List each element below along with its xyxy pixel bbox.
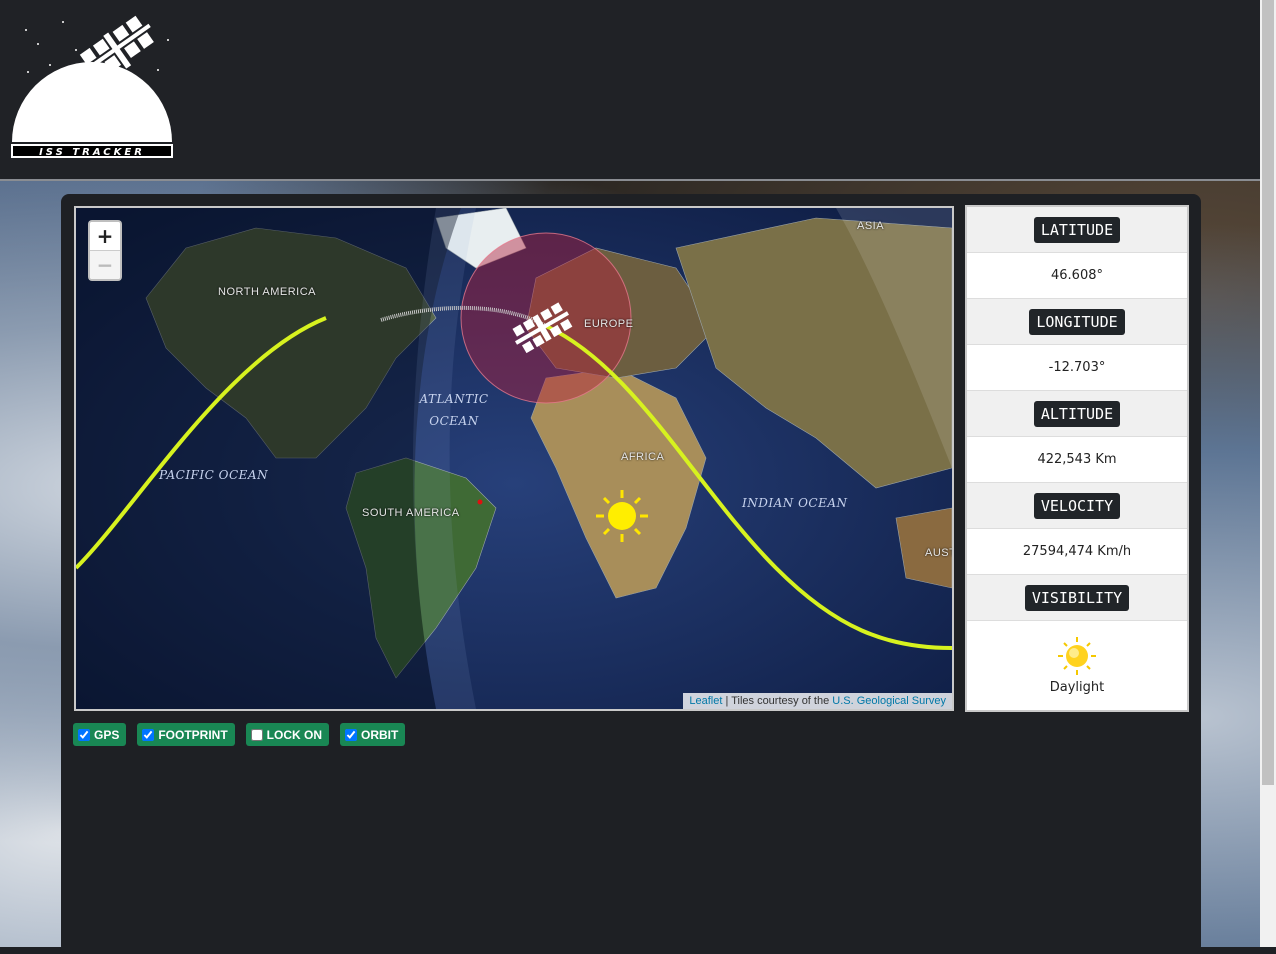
zoom-control: + − — [88, 220, 122, 281]
label-atlantic-ocean: ATLANTIC OCEAN — [419, 392, 489, 428]
site-header: ISS TRACKER — [0, 0, 1260, 179]
lock-on-label: LOCK ON — [266, 727, 323, 742]
world-map[interactable]: NORTH AMERICA EUROPE ASIA AFRICA SOUTH A… — [74, 206, 954, 711]
label-pacific-ocean: PACIFIC OCEAN — [159, 468, 269, 482]
longitude-label: LONGITUDE — [1029, 308, 1125, 335]
footprint-checkbox[interactable] — [142, 728, 155, 741]
gps-toggle[interactable]: GPS — [73, 723, 127, 746]
latitude-label: LATITUDE — [1033, 216, 1121, 243]
label-asia: ASIA — [857, 220, 885, 232]
iss-info-table: LATITUDE 46.608° LONGITUDE -12.703° ALTI… — [965, 205, 1189, 712]
gps-label: GPS — [94, 727, 120, 742]
footprint-label: FOOTPRINT — [158, 727, 228, 742]
leaflet-link[interactable]: Leaflet — [689, 695, 722, 707]
zoom-in-button[interactable]: + — [90, 222, 120, 250]
scrollbar-thumb[interactable] — [1262, 0, 1274, 785]
longitude-value: -12.703° — [967, 345, 1187, 391]
orbit-label: ORBIT — [361, 727, 399, 742]
orbit-toggle[interactable]: ORBIT — [340, 723, 406, 746]
label-north-america: NORTH AMERICA — [218, 286, 316, 298]
velocity-value: 27594,474 Km/h — [967, 529, 1187, 575]
visibility-value: Daylight — [1049, 679, 1105, 695]
velocity-label: VELOCITY — [1033, 492, 1121, 519]
label-australia: AUST — [925, 547, 954, 559]
orbit-checkbox[interactable] — [345, 728, 358, 741]
zoom-out-button[interactable]: − — [90, 250, 120, 279]
logo-text: ISS TRACKER — [39, 147, 145, 158]
lock-on-checkbox[interactable] — [250, 728, 263, 741]
map-controls: GPS FOOTPRINT LOCK ON ORBIT — [73, 723, 406, 746]
gps-marker — [477, 499, 483, 505]
gps-checkbox[interactable] — [78, 728, 90, 741]
usgs-link[interactable]: U.S. Geological Survey — [832, 695, 946, 707]
iss-tracker-logo[interactable]: ISS TRACKER — [8, 10, 176, 160]
map-tiles — [76, 208, 952, 709]
map-attribution: Leaflet | Tiles courtesy of the U.S. Geo… — [683, 693, 952, 709]
label-europe: EUROPE — [584, 318, 634, 330]
sun-icon — [1058, 636, 1096, 675]
label-south-america: SOUTH AMERICA — [362, 507, 460, 519]
attribution-text: | Tiles courtesy of the — [722, 695, 833, 707]
lock-on-toggle[interactable]: LOCK ON — [245, 723, 330, 746]
footprint-toggle[interactable]: FOOTPRINT — [137, 723, 235, 746]
latitude-value: 46.608° — [967, 253, 1187, 299]
visibility-label: VISIBILITY — [1024, 584, 1130, 611]
altitude-label: ALTITUDE — [1033, 400, 1121, 427]
altitude-value: 422,543 Km — [967, 437, 1187, 483]
label-africa: AFRICA — [621, 451, 665, 463]
label-indian-ocean: INDIAN OCEAN — [742, 496, 848, 510]
visibility-cell: Daylight — [967, 621, 1187, 709]
